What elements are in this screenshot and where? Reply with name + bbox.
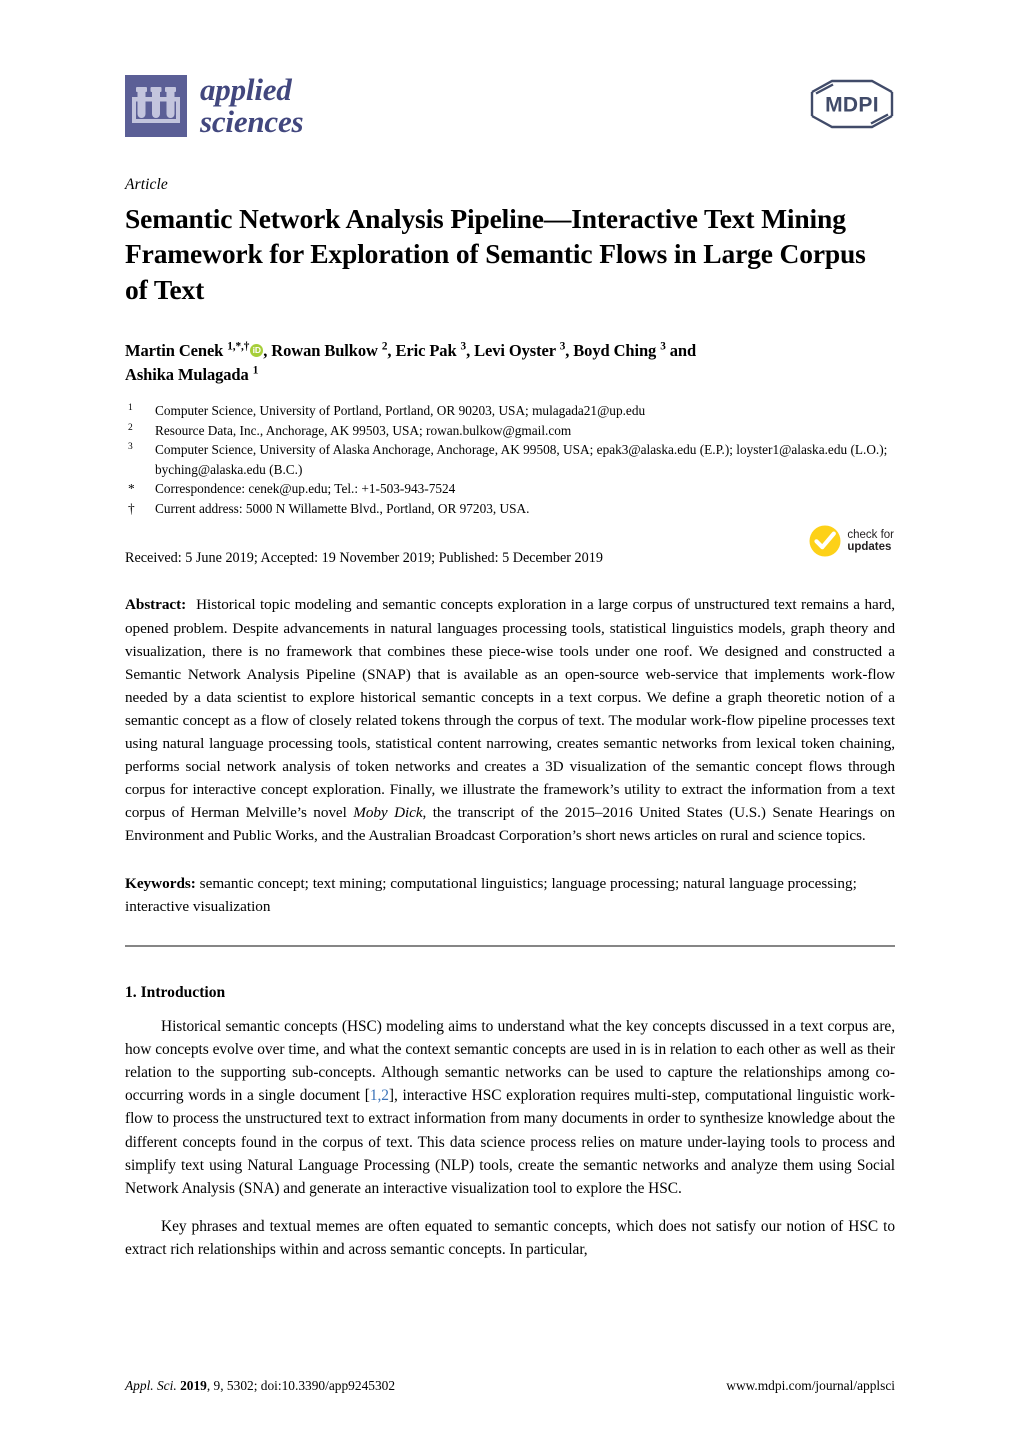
page-title: Semantic Network Analysis Pipeline—Inter… [125, 203, 866, 305]
affiliation-marker: * [128, 481, 135, 497]
section-heading-introduction: 1. Introduction [125, 984, 226, 1002]
paragraph-text: Key phrases and textual memes are often … [125, 1218, 895, 1259]
citation-link-1-2[interactable]: 1,2 [370, 1087, 389, 1104]
badge-line-2: updates [847, 541, 892, 554]
abstract-italic-title: Moby Dick [353, 804, 423, 822]
journal-name-line1: applied [200, 72, 292, 107]
author-affiliation-marker: 3 [559, 340, 566, 353]
author-line-1: Martin Cenek 1,*,† iD, Rowan Bulkow 2, Er… [125, 340, 697, 384]
affiliation-list: 1 Computer Science, University of Portlan… [125, 401, 895, 518]
keywords: Keywords: semantic concept; text mining;… [125, 873, 895, 919]
affiliation-text: Correspondence: cenek@up.edu; Tel.: +1-5… [155, 481, 456, 497]
page-footer: Appl. Sci. 2019, 9, 5302; doi:10.3390/ap… [125, 1378, 895, 1394]
author-name: Ashika Mulagada [125, 364, 253, 384]
affiliation-text: Resource Data, Inc., Anchorage, AK 99503… [155, 422, 572, 438]
affiliation-marker: 3 [128, 442, 133, 453]
paragraph-intro-1: Historical semantic concepts (HSC) model… [125, 1015, 895, 1200]
publication-dates-row: Received: 5 June 2019; Accepted: 19 Nove… [125, 525, 895, 574]
author-list: Martin Cenek 1,*,† iD, Rowan Bulkow 2, Er… [125, 339, 895, 386]
check-for-updates-text: check for updates [847, 529, 894, 555]
orcid-icon[interactable]: iD [250, 344, 264, 358]
affiliation-row: * Correspondence: cenek@up.edu; Tel.: +1-… [125, 479, 895, 499]
svg-text:MDPI: MDPI [825, 94, 879, 117]
affiliation-marker: 1 [128, 403, 133, 414]
section-divider [125, 945, 895, 948]
affiliation-text: Current address: 5000 N Willamette Blvd.… [155, 500, 530, 516]
badge-line-1: check for [847, 528, 894, 541]
journal-reference: Appl. Sci. 2019, 9, 5302; doi:10.3390/ap… [125, 1378, 395, 1394]
test-tube-rack-icon [125, 74, 187, 137]
keywords-label: Keywords: [125, 875, 196, 893]
author-name: Boyd Ching [573, 341, 661, 361]
journal-name-line2: sciences [200, 103, 304, 139]
publication-dates: Received: 5 June 2019; Accepted: 19 Nove… [125, 550, 603, 567]
abstract: Abstract: Historical topic modeling and s… [125, 593, 895, 847]
journal-wordmark: applied sciences [200, 72, 304, 139]
footer-volume-doi: , 9, 5302; doi:10.3390/app9245302 [206, 1378, 396, 1393]
mdpi-logo: MDPI [809, 78, 895, 135]
check-circle-icon [809, 525, 841, 557]
abstract-text-part-1: Historical topic modeling and semantic c… [125, 596, 895, 822]
affiliation-row: 1 Computer Science, University of Portlan… [125, 401, 895, 421]
author-name: Levi Oyster [474, 341, 560, 361]
affiliation-marker: 2 [128, 422, 133, 433]
author-name: Eric Pak [395, 341, 461, 361]
affiliation-text: Computer Science, University of Alaska A… [155, 442, 888, 477]
author-affiliation-marker: 2 [381, 340, 388, 353]
affiliation-row: 2 Resource Data, Inc., Anchorage, AK 9950… [125, 421, 895, 441]
abstract-label: Abstract: [125, 596, 187, 614]
check-for-updates-badge[interactable]: check for updates [808, 524, 894, 558]
footer-year: 2019 [180, 1378, 207, 1393]
paper-page: applied sciences MDPI Article Semantic N… [0, 0, 1020, 1442]
author-affiliation-marker: 1 [252, 364, 259, 377]
affiliation-row: † Current address: 5000 N Willamette Blvd… [125, 499, 895, 519]
masthead: applied sciences MDPI [125, 0, 895, 160]
article-type-label: Article [125, 176, 168, 193]
author-affiliation-marker: 3 [460, 340, 467, 353]
keywords-text: semantic concept; text mining; computati… [125, 875, 857, 916]
author-affiliation-marker: 3 [660, 340, 666, 353]
journal-abbreviation: Appl. Sci. [125, 1378, 177, 1393]
affiliation-text: Computer Science, University of Portland… [155, 403, 646, 419]
affiliation-marker: † [128, 500, 135, 516]
author-name: Martin Cenek [125, 341, 228, 361]
author-name: Rowan Bulkow [271, 341, 382, 361]
journal-brand: applied sciences [125, 72, 304, 139]
journal-url[interactable]: www.mdpi.com/journal/applsci [726, 1378, 895, 1394]
paragraph-intro-2: Key phrases and textual memes are often … [125, 1215, 895, 1261]
author-affiliation-marker: 1,*,† [227, 340, 250, 353]
affiliation-row: 3 Computer Science, University of Alaska … [125, 440, 895, 479]
